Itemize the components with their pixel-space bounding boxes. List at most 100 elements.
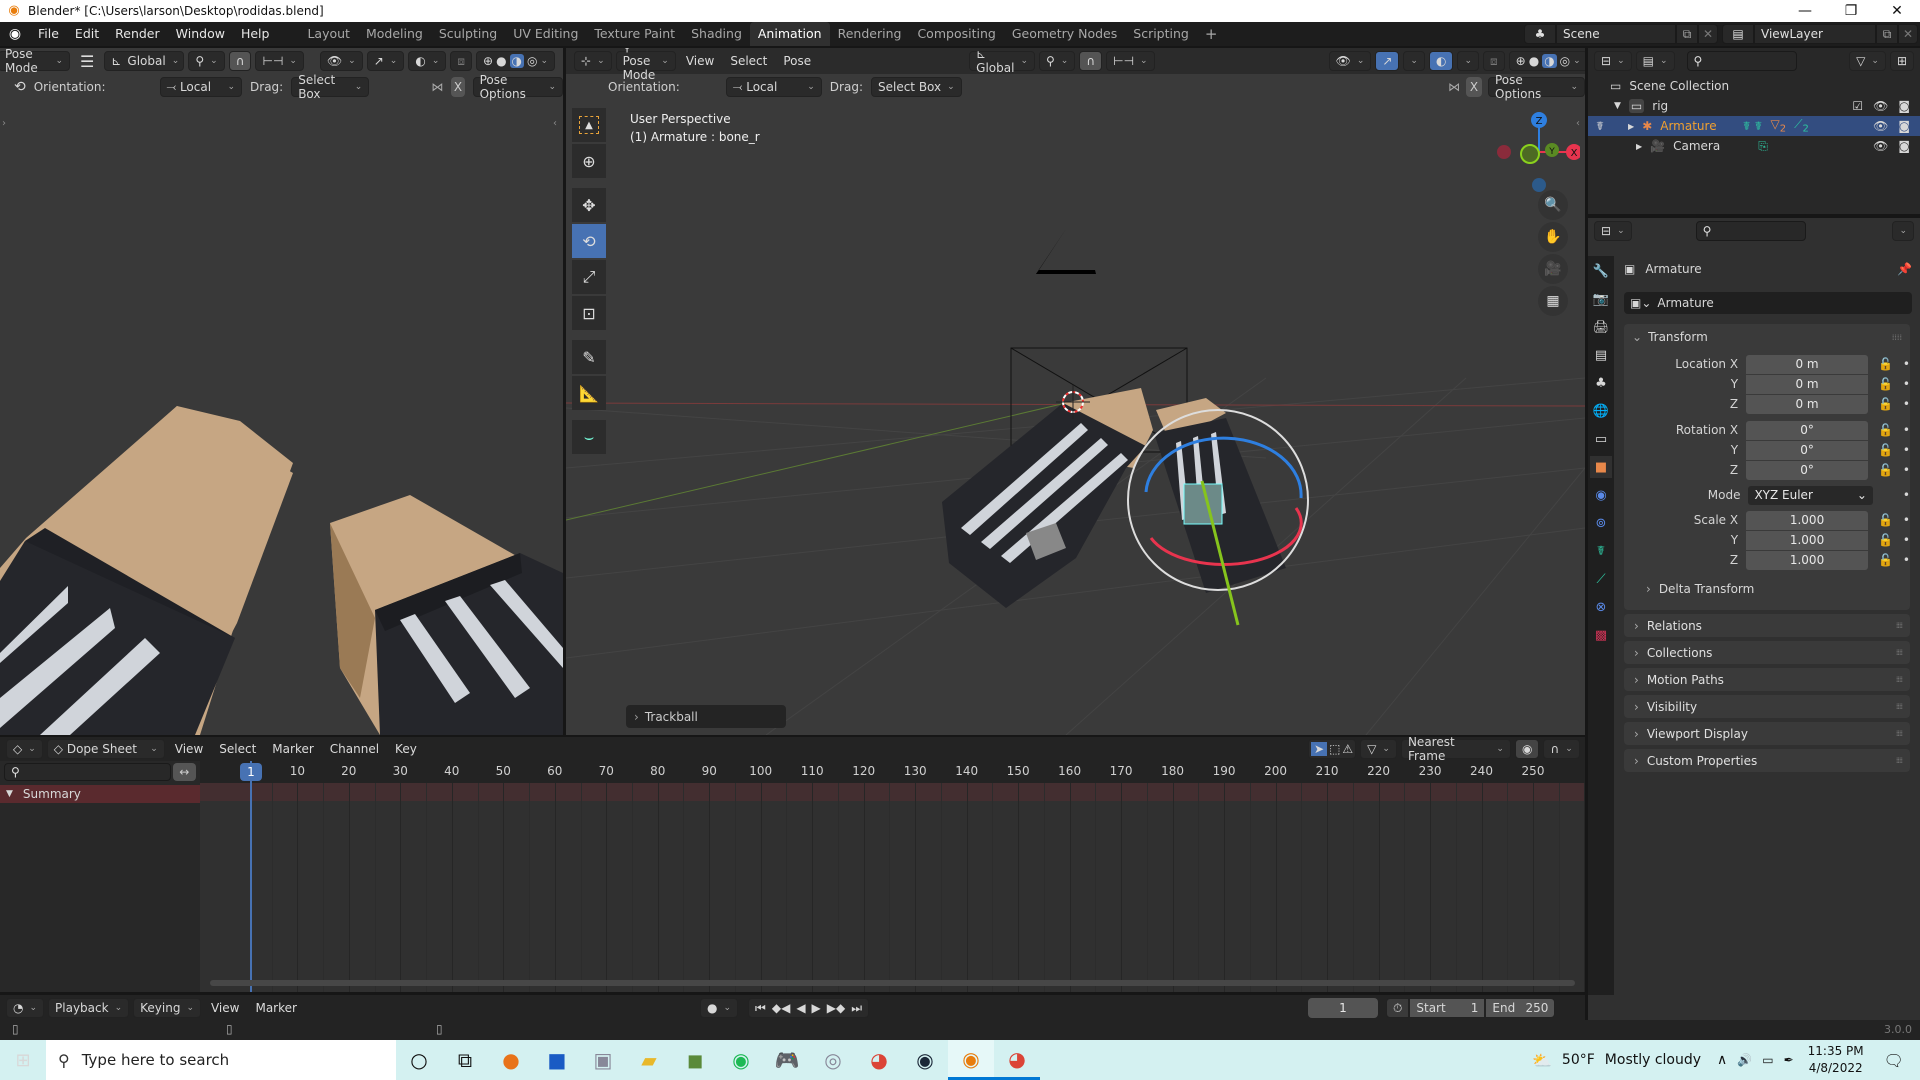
location-y-field[interactable]: 0 m bbox=[1746, 374, 1868, 394]
panel-viewport-display[interactable]: › Viewport Display ⁞⁞⁞⁞ bbox=[1624, 722, 1910, 745]
lock-icon[interactable]: 🔓 bbox=[1878, 533, 1893, 547]
tab-animation[interactable]: Animation bbox=[749, 22, 830, 46]
left-3d-viewport[interactable]: Pose Mode ⌄ ☰ ⊾ Global ⌄ ⚲ ⌄ ∩ ⊢⊣ ⌄ 👁 ⌄ ↗ ⌄ ◐ ⌄ … bbox=[0, 48, 563, 735]
minimize-button[interactable]: — bbox=[1782, 0, 1828, 22]
lock-icon[interactable]: 🔓 bbox=[1878, 423, 1893, 437]
clock[interactable]: 11:35 PM 4/8/2022 bbox=[1808, 1043, 1864, 1077]
timeline-menu-view[interactable]: View bbox=[205, 1001, 245, 1015]
keyframe-dot-icon[interactable]: • bbox=[1903, 553, 1910, 567]
x-mirror-toggle[interactable]: X bbox=[1466, 77, 1482, 97]
armature-data-icon[interactable]: ☤ ☤ bbox=[1743, 119, 1763, 133]
menu-file[interactable]: File bbox=[30, 22, 67, 46]
camera-view-icon[interactable]: 🎥 bbox=[1538, 254, 1568, 284]
visibility-eye-icon[interactable]: 👁 bbox=[1873, 119, 1888, 133]
timeline-menu-marker[interactable]: Marker bbox=[249, 1001, 302, 1015]
rotation-y-field[interactable]: 0° bbox=[1746, 440, 1868, 460]
webcam-icon[interactable]: ◎ bbox=[810, 1040, 856, 1080]
navigation-gizmo[interactable]: Z Y X bbox=[1490, 102, 1580, 202]
minecraft-icon[interactable]: ◼ bbox=[672, 1040, 718, 1080]
scale-x-field[interactable]: 1.000 bbox=[1746, 510, 1868, 530]
meet-now-icon[interactable]: ▭ bbox=[1762, 1053, 1773, 1067]
keyframe-dot-icon[interactable]: • bbox=[1903, 488, 1910, 502]
transform-panel-header[interactable]: ⌄ Transform ⁞⁞⁞⁞ bbox=[1624, 324, 1910, 350]
blender-taskbar-icon[interactable]: ◉ bbox=[948, 1040, 994, 1080]
task-view-icon[interactable]: ⧉ bbox=[442, 1040, 488, 1080]
fl-studio-icon[interactable]: ● bbox=[488, 1040, 534, 1080]
cortana-icon[interactable]: ○ bbox=[396, 1040, 442, 1080]
jump-to-next-keyframe-icon[interactable]: ▶◆ bbox=[827, 1001, 845, 1015]
pose-mode-icon[interactable]: ☤ bbox=[1596, 119, 1604, 133]
scene-tab-icon[interactable]: ♣ bbox=[1590, 372, 1612, 394]
keyframe-dot-icon[interactable]: • bbox=[1903, 463, 1910, 477]
render-camera-icon[interactable]: ◙ bbox=[1898, 139, 1910, 153]
proportional-edit-toggle[interactable]: ◉ bbox=[1514, 739, 1540, 759]
sidebar-expand-icon[interactable]: ‹ bbox=[1576, 118, 1580, 129]
dopesheet-menu-select[interactable]: Select bbox=[213, 742, 262, 756]
location-x-field[interactable]: 0 m bbox=[1746, 354, 1868, 374]
last-operator-panel[interactable]: › Trackball bbox=[626, 705, 786, 728]
outliner-item-rig[interactable]: ▼ ▭ rig ☑ 👁 ◙ bbox=[1588, 96, 1920, 116]
object-type-dropdown[interactable]: ▣⌄ bbox=[1624, 296, 1657, 310]
keying-menu[interactable]: Keying ⌄ bbox=[133, 997, 201, 1018]
rotation-x-field[interactable]: 0° bbox=[1746, 420, 1868, 440]
menu-window[interactable]: Window bbox=[168, 22, 233, 46]
play-icon[interactable]: ▶ bbox=[812, 1001, 821, 1015]
constraints-tab-icon[interactable]: ⊚ bbox=[1590, 512, 1612, 534]
scale-z-field[interactable]: 1.000 bbox=[1746, 550, 1868, 570]
ortho-grid-icon[interactable]: ▦ bbox=[1538, 286, 1568, 316]
measure-tool[interactable]: 📐 bbox=[572, 376, 606, 410]
jump-to-start-icon[interactable]: ⏮ bbox=[755, 1001, 766, 1016]
play-reverse-icon[interactable]: ◀ bbox=[796, 1001, 805, 1015]
taskbar-search-box[interactable]: ⚲ Type here to search bbox=[46, 1040, 396, 1080]
new-scene-icon[interactable]: ⧉ bbox=[1676, 24, 1698, 44]
lock-icon[interactable]: 🔓 bbox=[1878, 443, 1893, 457]
rotation-mode-dropdown[interactable]: XYZ Euler ⌄ bbox=[1748, 485, 1873, 505]
keyframe-dot-icon[interactable]: • bbox=[1903, 533, 1910, 547]
spotify-icon[interactable]: ◉ bbox=[718, 1040, 764, 1080]
tab-modeling[interactable]: Modeling bbox=[358, 22, 431, 46]
zoom-icon[interactable]: 🔍 bbox=[1538, 190, 1568, 220]
render-camera-icon[interactable]: ◙ bbox=[1898, 99, 1910, 113]
transform-tool[interactable]: ⊡ bbox=[572, 296, 606, 330]
pen-icon[interactable]: ✒ bbox=[1784, 1053, 1794, 1067]
panel-collections[interactable]: › Collections ⁞⁞⁞⁞ bbox=[1624, 641, 1910, 664]
tab-uv-editing[interactable]: UV Editing bbox=[505, 22, 586, 46]
menu-help[interactable]: Help bbox=[233, 22, 278, 46]
cursor-tool[interactable]: ⊕ bbox=[572, 144, 606, 178]
keyframe-dot-icon[interactable]: • bbox=[1903, 377, 1910, 391]
new-collection-button[interactable]: ⊞ bbox=[1889, 51, 1914, 71]
dopesheet-menu-key[interactable]: Key bbox=[389, 742, 423, 756]
panel-motion-paths[interactable]: › Motion Paths ⁞⁞⁞⁞ bbox=[1624, 668, 1910, 691]
tab-geometry-nodes[interactable]: Geometry Nodes bbox=[1004, 22, 1125, 46]
dopesheet-menu-view[interactable]: View bbox=[169, 742, 209, 756]
bone-tab-icon[interactable]: ⟋ bbox=[1590, 568, 1612, 590]
outliner-search-input[interactable]: ⚲ bbox=[1686, 51, 1797, 71]
pose-options-dropdown[interactable]: Pose Options ⌄ bbox=[1488, 73, 1585, 101]
menu-edit[interactable]: Edit bbox=[67, 22, 107, 46]
add-workspace-button[interactable]: + bbox=[1197, 22, 1226, 46]
properties-search-input[interactable]: ⚲ bbox=[1695, 221, 1806, 241]
notifications-icon[interactable]: 🗨 bbox=[1884, 1051, 1904, 1070]
outliner-item-camera[interactable]: ▶ 🎥 Camera ⎘ 👁 ◙ bbox=[1588, 136, 1920, 156]
delete-view-layer-icon[interactable]: ✕ bbox=[1898, 24, 1918, 44]
playback-menu[interactable]: Playback ⌄ bbox=[48, 997, 130, 1018]
lock-icon[interactable]: 🔓 bbox=[1878, 553, 1893, 567]
weather-icon[interactable]: ⛅ bbox=[1532, 1051, 1552, 1070]
outliner-display-mode[interactable]: ▤ ⌄ bbox=[1635, 51, 1675, 71]
use-preview-range-icon[interactable]: ⏱ bbox=[1386, 998, 1410, 1018]
outliner-item-armature[interactable]: ☤ ▶ ✱ Armature ☤ ☤ ▽2 ⟋2 👁 ◙ bbox=[1588, 116, 1920, 136]
output-tab-icon[interactable]: 🖨 bbox=[1590, 316, 1612, 338]
timeline-editor-type[interactable]: ◔ ⌄ bbox=[6, 997, 45, 1018]
jump-to-end-icon[interactable]: ⏭ bbox=[851, 1001, 862, 1016]
drag-dropdown[interactable]: Select Box ⌄ bbox=[870, 77, 962, 97]
pose-relax-tool[interactable]: ⌣ bbox=[572, 420, 606, 454]
start-button[interactable]: ⊞ bbox=[0, 1040, 46, 1080]
weather-temp[interactable]: 50°F bbox=[1562, 1052, 1595, 1068]
steam-icon[interactable]: ◉ bbox=[902, 1040, 948, 1080]
exclude-checkbox[interactable]: ☑ bbox=[1852, 99, 1863, 113]
keyframe-dot-icon[interactable]: • bbox=[1903, 423, 1910, 437]
scene-name-field[interactable]: Scene bbox=[1556, 24, 1676, 44]
render-tab-icon[interactable]: 📷 bbox=[1590, 288, 1612, 310]
show-hidden-icon[interactable]: ⬚ bbox=[1329, 742, 1340, 756]
start-frame-field[interactable]: Start 1 bbox=[1409, 998, 1486, 1018]
